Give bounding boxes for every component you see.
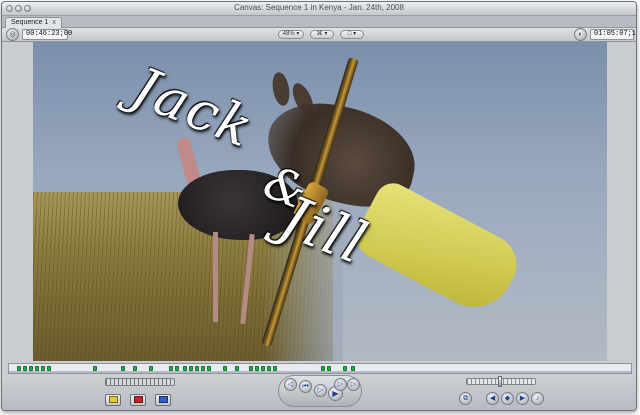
add-marker-button[interactable]: ▶ [516, 392, 529, 405]
tab-sequence-1[interactable]: Sequence 1x [5, 17, 62, 28]
marker[interactable] [41, 366, 45, 371]
replace-edit-button[interactable] [155, 394, 171, 406]
marker[interactable] [175, 366, 179, 371]
zoom-label: 48% [282, 31, 295, 37]
marker[interactable] [23, 366, 27, 371]
audio-button[interactable]: ♪ [531, 392, 544, 405]
ruler-baseline [9, 371, 631, 373]
mark-out-button[interactable]: ▷ [347, 378, 360, 391]
marker[interactable] [195, 366, 199, 371]
overlay-icon: □ [347, 31, 352, 37]
video-canvas[interactable]: Jack & Jill [33, 42, 607, 361]
insert-edit-button[interactable] [105, 394, 121, 406]
ostrich-leg [213, 232, 218, 322]
marker[interactable] [223, 366, 227, 371]
marker[interactable] [17, 366, 21, 371]
marker[interactable] [93, 366, 97, 371]
duration-timecode-field[interactable]: 01:05:07;17 [590, 29, 636, 40]
marker[interactable] [207, 366, 211, 371]
marker[interactable] [255, 366, 259, 371]
add-keyframe-button[interactable]: ◆ [501, 392, 514, 405]
mark-out-icon: ▷ [350, 381, 357, 388]
go-to-prev-edit-icon: ⏮ [302, 383, 309, 390]
mark-in-button[interactable]: ◁ [284, 378, 297, 391]
add-marker-icon: ▶ [519, 395, 526, 402]
transport-controls: ◁ ⏮ ▷ ▶ ▷ ▷ ⧉ ◀ ◆ ▶ ♪ [2, 374, 636, 410]
marker[interactable] [29, 366, 33, 371]
canvas-toolbar: ◎ 00:46:23;00 48% ▾ ⌘ ▾ □ ▾ ◐ 01:05:07;1… [2, 28, 636, 42]
mark-in-icon: ◁ [287, 381, 294, 388]
tab-label: Sequence 1 [11, 19, 49, 26]
play-in-to-out-icon: ▷ [317, 387, 324, 394]
shuttle-control[interactable] [105, 378, 175, 386]
tab-close-icon[interactable]: x [52, 19, 56, 26]
marker[interactable] [343, 366, 347, 371]
snap-button[interactable]: ◐ [574, 28, 587, 41]
marker[interactable] [235, 366, 239, 371]
canvas-window: Canvas: Sequence 1 in Kenya - Jan. 24th,… [1, 1, 637, 411]
chevron-down-icon: ▾ [324, 31, 328, 37]
play-in-to-out-button[interactable]: ▷ [314, 384, 327, 397]
marker[interactable] [327, 366, 331, 371]
play-around-button[interactable]: ▷ [334, 378, 347, 391]
overwrite-edit-button[interactable] [130, 394, 146, 406]
marker[interactable] [183, 366, 187, 371]
marker[interactable] [273, 366, 277, 371]
chevron-down-icon: ▾ [353, 31, 357, 37]
zoom-popup[interactable]: 48% ▾ [278, 30, 304, 39]
match-frame-button[interactable]: ⧉ [459, 392, 472, 405]
add-keyframe-icon: ◆ [504, 395, 511, 402]
window-title: Canvas: Sequence 1 in Kenya - Jan. 24th,… [234, 3, 404, 12]
marker[interactable] [267, 366, 271, 371]
audio-icon: ♪ [535, 395, 540, 402]
mark-clip-icon: ◀ [489, 395, 496, 402]
view-mode-icon: ⌘ [316, 31, 323, 37]
insert-edit-icon [108, 395, 118, 403]
jog-knob[interactable] [498, 376, 502, 387]
play-around-icon: ▷ [337, 381, 344, 388]
canvas-scrubber-bar[interactable] [8, 363, 632, 374]
playhead-icon: ◐ [578, 31, 583, 38]
overwrite-edit-icon [133, 395, 143, 403]
current-timecode-field[interactable]: 00:46:23;00 [22, 29, 72, 40]
replace-edit-icon [158, 395, 168, 403]
go-to-prev-edit-button[interactable]: ⏮ [299, 380, 312, 393]
chevron-down-icon: ▾ [296, 31, 300, 37]
marker[interactable] [189, 366, 193, 371]
marker[interactable] [321, 366, 325, 371]
marker[interactable] [121, 366, 125, 371]
title-bar[interactable]: Canvas: Sequence 1 in Kenya - Jan. 24th,… [2, 2, 636, 16]
marker[interactable] [35, 366, 39, 371]
marker[interactable] [133, 366, 137, 371]
match-frame-icon: ⧉ [463, 395, 468, 402]
playback-cluster: ◁ ⏮ ▷ ▶ ▷ ▷ [278, 375, 362, 407]
overlay-popup[interactable]: □ ▾ [340, 30, 364, 39]
sync-icon: ◎ [9, 31, 16, 38]
view-popup[interactable]: ⌘ ▾ [310, 30, 334, 39]
marker[interactable] [47, 366, 51, 371]
tab-bar: Sequence 1x [2, 16, 636, 28]
mark-clip-button[interactable]: ◀ [486, 392, 499, 405]
marker[interactable] [149, 366, 153, 371]
marker[interactable] [261, 366, 265, 371]
playhead-sync-button[interactable]: ◎ [6, 28, 19, 41]
marker[interactable] [351, 366, 355, 371]
marker[interactable] [201, 366, 205, 371]
marker[interactable] [169, 366, 173, 371]
marker[interactable] [249, 366, 253, 371]
